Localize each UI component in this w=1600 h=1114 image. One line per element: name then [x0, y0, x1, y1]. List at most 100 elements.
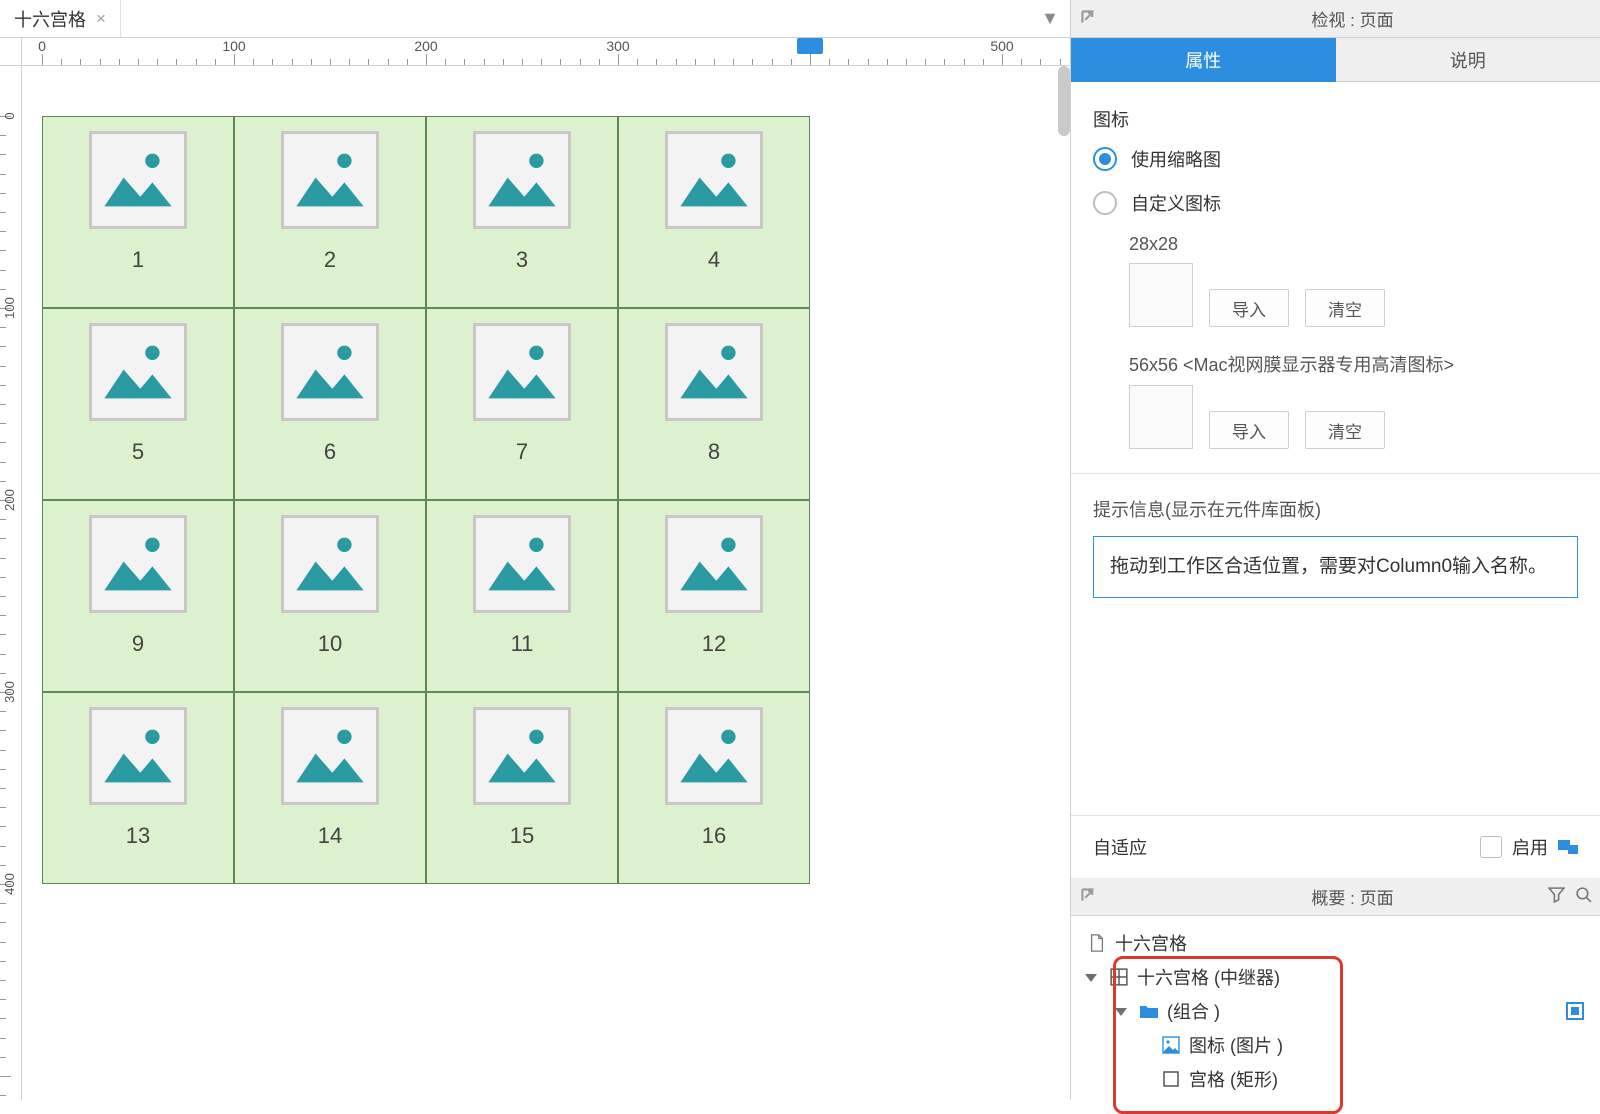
close-icon[interactable]: × — [96, 9, 106, 29]
repeater-icon — [1109, 967, 1129, 987]
cell-number: 5 — [132, 439, 144, 465]
inspector-tabs: 属性 说明 — [1071, 38, 1600, 82]
image-placeholder-icon — [281, 515, 379, 613]
outline-title: 概要 : 页面 — [1105, 884, 1600, 909]
enable-label: 启用 — [1512, 834, 1548, 860]
outline-image-row[interactable]: 图标 (图片 ) — [1081, 1028, 1590, 1062]
grid-cell[interactable]: 15 — [426, 692, 618, 884]
grid-cell[interactable]: 1 — [42, 116, 234, 308]
radio-use-thumbnail[interactable]: 使用缩略图 — [1093, 146, 1578, 172]
grid-cell[interactable]: 16 — [618, 692, 810, 884]
collapse-icon[interactable] — [1071, 10, 1105, 28]
icon-56-preview[interactable] — [1129, 385, 1193, 449]
image-placeholder-icon — [281, 707, 379, 805]
canvas[interactable]: 12345678910111213141516 — [22, 66, 1070, 1100]
cell-number: 15 — [510, 823, 534, 849]
grid-cell[interactable]: 5 — [42, 308, 234, 500]
hint-label: 提示信息(显示在元件库面板) — [1093, 496, 1578, 522]
clear-56-button[interactable]: 清空 — [1305, 411, 1385, 449]
image-placeholder-icon — [281, 323, 379, 421]
image-placeholder-icon — [89, 131, 187, 229]
adaptive-icon[interactable] — [1558, 840, 1578, 854]
chevron-down-icon: ▼ — [1041, 8, 1059, 29]
outline-repeater-row[interactable]: 十六宫格 (中继器) — [1081, 960, 1590, 994]
divider — [1071, 473, 1600, 474]
image-placeholder-icon — [89, 515, 187, 613]
cell-number: 2 — [324, 247, 336, 273]
inspector-body: 图标 使用缩略图 自定义图标 28x28 导入 清空 56x56 <Mac视网膜… — [1071, 82, 1600, 815]
tab-bar: 十六宫格 × ▼ — [0, 0, 1070, 38]
hint-textbox[interactable]: 拖动到工作区合适位置，需要对Column0输入名称。 — [1093, 536, 1578, 598]
disclosure-icon[interactable] — [1117, 1004, 1131, 1018]
ruler-vertical[interactable]: 0100200300400 — [0, 66, 22, 1100]
icon-56-label: 56x56 <Mac视网膜显示器专用高清图标> — [1129, 351, 1578, 377]
radio-icon — [1093, 147, 1117, 171]
import-28-button[interactable]: 导入 — [1209, 289, 1289, 327]
inspector-header: 检视 : 页面 — [1071, 0, 1600, 38]
grid-cell[interactable]: 14 — [234, 692, 426, 884]
image-placeholder-icon — [473, 131, 571, 229]
image-placeholder-icon — [665, 707, 763, 805]
radio-label: 自定义图标 — [1131, 190, 1221, 216]
cell-number: 10 — [318, 631, 342, 657]
ruler-row: 0100200300400500 — [0, 38, 1070, 66]
ruler-marker[interactable] — [797, 38, 823, 54]
radio-label: 使用缩略图 — [1131, 146, 1221, 172]
grid-cell[interactable]: 4 — [618, 116, 810, 308]
clear-28-button[interactable]: 清空 — [1305, 289, 1385, 327]
radio-icon — [1093, 191, 1117, 215]
canvas-area: 0100200300400 12345678910111213141516 — [0, 66, 1070, 1100]
ruler-horizontal[interactable]: 0100200300400500 — [22, 38, 1070, 66]
adaptive-row: 自适应 启用 — [1071, 815, 1600, 878]
cell-number: 1 — [132, 247, 144, 273]
scrollbar-vertical[interactable] — [1058, 66, 1070, 136]
icon-28-label: 28x28 — [1129, 234, 1578, 255]
tab-title: 十六宫格 — [14, 6, 86, 32]
tab-properties[interactable]: 属性 — [1071, 38, 1336, 82]
grid-cell[interactable]: 8 — [618, 308, 810, 500]
outline-rect-label: 宫格 (矩形) — [1189, 1066, 1278, 1092]
image-placeholder-icon — [665, 515, 763, 613]
grid-cell[interactable]: 12 — [618, 500, 810, 692]
image-placeholder-icon — [473, 707, 571, 805]
collapse-icon[interactable] — [1071, 888, 1105, 906]
tab-sixteen-grid[interactable]: 十六宫格 × — [0, 0, 121, 37]
outline-tree[interactable]: 十六宫格 十六宫格 (中继器) (组合 ) 图标 (图片 ) 宫格 (矩形) — [1071, 916, 1600, 1100]
outline-page-row[interactable]: 十六宫格 — [1081, 926, 1590, 960]
tab-dropdown[interactable]: ▼ — [1030, 0, 1070, 37]
grid-cell[interactable]: 6 — [234, 308, 426, 500]
image-placeholder-icon — [665, 131, 763, 229]
grid-cell[interactable]: 2 — [234, 116, 426, 308]
grid-cell[interactable]: 13 — [42, 692, 234, 884]
rectangle-icon — [1161, 1069, 1181, 1089]
grid-cell[interactable]: 9 — [42, 500, 234, 692]
cell-number: 11 — [511, 631, 534, 657]
page-icon — [1087, 933, 1107, 953]
cell-number: 13 — [126, 823, 150, 849]
cell-number: 7 — [516, 439, 528, 465]
grid-cell[interactable]: 11 — [426, 500, 618, 692]
tab-description[interactable]: 说明 — [1336, 38, 1600, 82]
radio-custom-icon[interactable]: 自定义图标 — [1093, 190, 1578, 216]
outline-group-row[interactable]: (组合 ) — [1081, 994, 1590, 1028]
ruler-corner — [0, 38, 22, 66]
select-indicator-icon[interactable] — [1566, 1002, 1584, 1020]
repeater-grid[interactable]: 12345678910111213141516 — [42, 116, 810, 884]
cell-number: 8 — [708, 439, 720, 465]
icon-28-preview[interactable] — [1129, 263, 1193, 327]
outline-repeater-label: 十六宫格 (中继器) — [1137, 964, 1280, 990]
import-56-button[interactable]: 导入 — [1209, 411, 1289, 449]
section-icon-title: 图标 — [1093, 106, 1578, 132]
search-icon[interactable] — [1575, 886, 1592, 908]
filter-icon[interactable] — [1548, 886, 1565, 908]
cell-number: 14 — [318, 823, 342, 849]
grid-cell[interactable]: 3 — [426, 116, 618, 308]
grid-cell[interactable]: 7 — [426, 308, 618, 500]
icon-28-block: 28x28 导入 清空 — [1129, 234, 1578, 327]
enable-checkbox[interactable] — [1480, 836, 1502, 858]
disclosure-icon[interactable] — [1087, 970, 1101, 984]
outline-rect-row[interactable]: 宫格 (矩形) — [1081, 1062, 1590, 1096]
outline-page-label: 十六宫格 — [1115, 930, 1187, 956]
grid-cell[interactable]: 10 — [234, 500, 426, 692]
image-placeholder-icon — [89, 323, 187, 421]
